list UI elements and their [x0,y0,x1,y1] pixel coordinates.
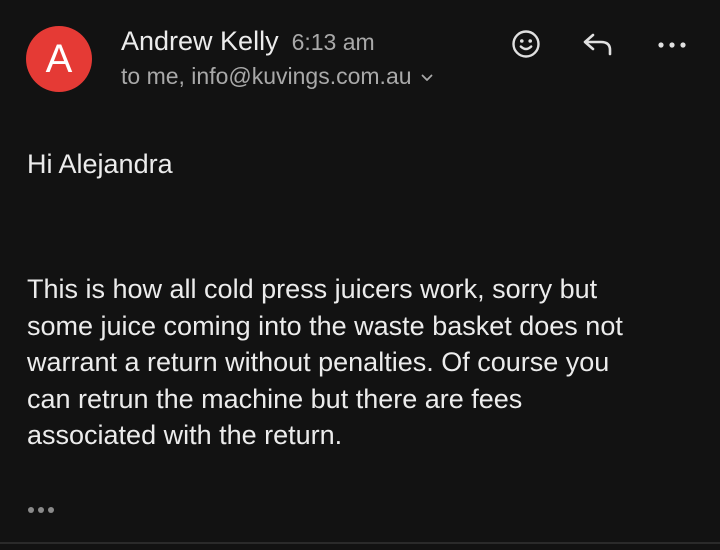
sender-name-row: Andrew Kelly 6:13 am [121,26,433,57]
sender-name[interactable]: Andrew Kelly [121,26,279,57]
paragraph-line: associated with the return. [27,420,343,450]
chevron-down-icon [421,74,433,82]
paragraph-line: warrant a return without penalties. Of c… [27,347,610,377]
paragraph-line: can retrun the machine but there are fee… [27,383,523,414]
reply-arrow-icon [581,29,615,64]
trimmed-content-dots-icon [26,502,60,520]
greeting-line: Hi Alejandra [27,149,173,179]
more-options-button[interactable] [652,26,692,66]
reply-button[interactable] [578,26,618,66]
recipient-details-toggle[interactable]: to me, info@kuvings.com.au [121,63,433,90]
show-trimmed-content-button[interactable] [26,500,66,522]
paragraph-line: This is how all cold press juicers work,… [27,274,598,304]
add-reaction-button[interactable] [506,26,546,66]
timestamp: 6:13 am [291,29,375,55]
paragraph-line: some juice coming into the waste basket … [27,310,623,341]
message-paragraph: This is how all cold press juicers work,… [27,271,697,454]
sender-info: Andrew Kelly 6:13 am to me, info@kuvings… [121,26,433,90]
smiley-face-icon [510,28,542,65]
avatar[interactable]: A [26,26,92,92]
divider [0,542,720,544]
avatar-initial: A [45,37,73,81]
recipients-text: to me, info@kuvings.com.au [121,63,412,89]
more-dots-icon [656,37,688,55]
